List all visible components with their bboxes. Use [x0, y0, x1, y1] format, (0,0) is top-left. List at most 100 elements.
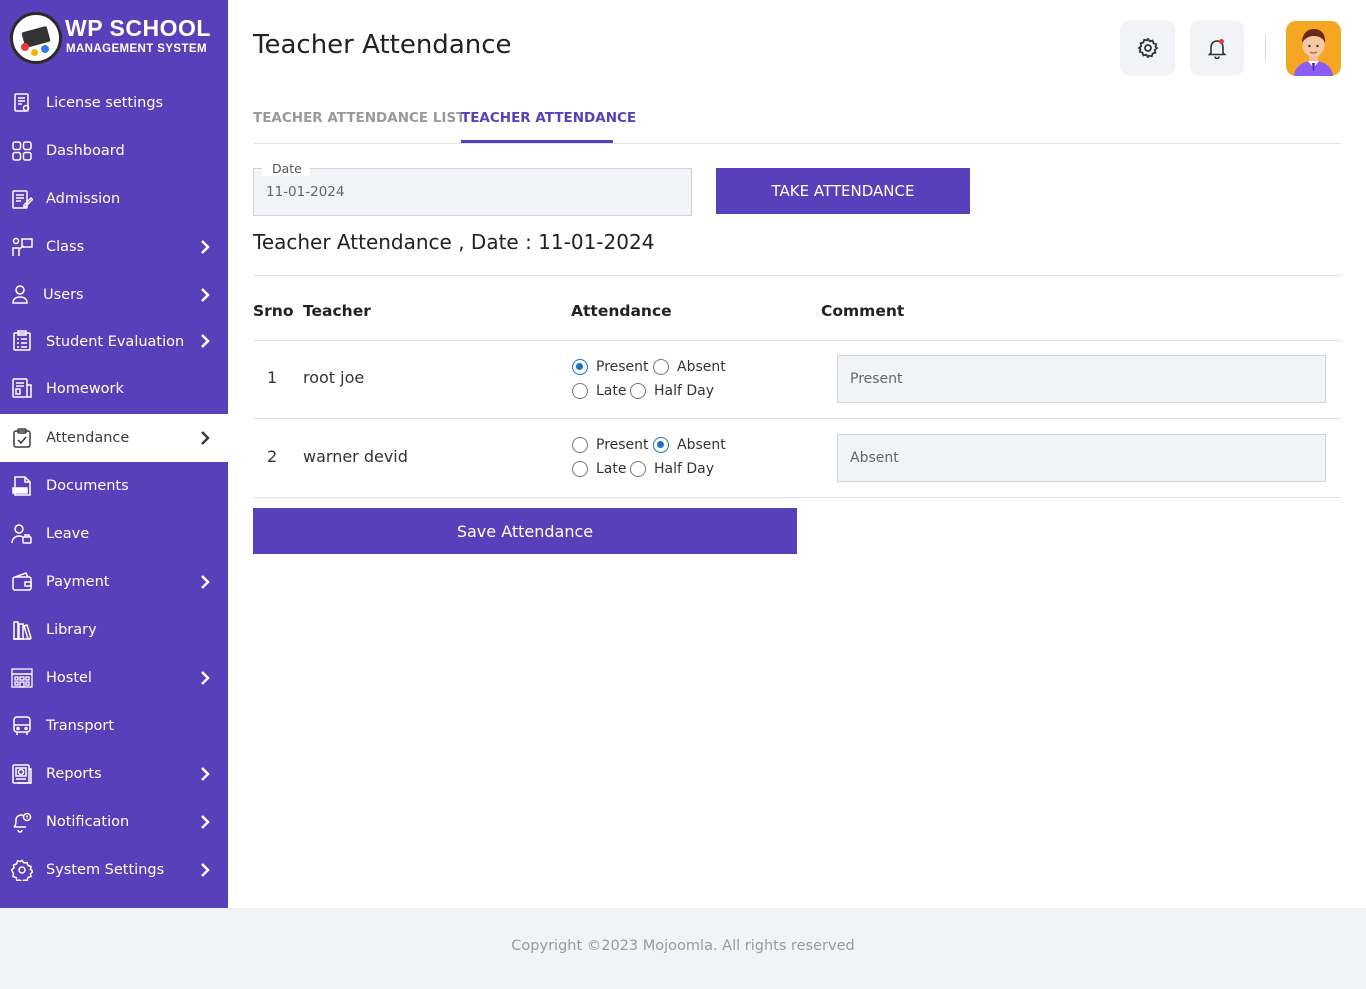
sidebar-item-leave[interactable]: Leave	[0, 510, 228, 558]
radio-label: Half Day	[654, 461, 715, 477]
header-divider	[1265, 34, 1266, 60]
date-input[interactable]	[266, 182, 666, 202]
table-row-divider	[253, 340, 1341, 341]
column-header-comment: Comment	[821, 302, 905, 320]
sidebar-item-library[interactable]: Library	[0, 606, 228, 654]
tab-bar: TEACHER ATTENDANCE LIST TEACHER ATTENDAN…	[253, 100, 1341, 144]
sidebar-item-hostel[interactable]: Hostel	[0, 654, 228, 702]
sidebar-item-dashboard[interactable]: Dashboard	[0, 127, 228, 175]
radio-empty-icon	[572, 383, 588, 399]
comment-field[interactable]	[837, 355, 1326, 403]
sidebar: WP SCHOOL MANAGEMENT SYSTEM License sett…	[0, 0, 228, 908]
chevron-right-icon	[200, 333, 210, 349]
column-header-srno: Srno	[253, 302, 294, 320]
tab-teacher-attendance-list[interactable]: TEACHER ATTENDANCE LIST	[253, 110, 465, 126]
sidebar-item-attendance[interactable]: Attendance	[0, 414, 228, 462]
attendance-heading: Teacher Attendance , Date : 11-01-2024	[253, 230, 655, 254]
sidebar-item-documents[interactable]: Documents	[0, 462, 228, 510]
attendance-icon	[11, 427, 33, 449]
radio-absent[interactable]: Absent	[653, 359, 726, 375]
comment-field[interactable]	[837, 434, 1326, 482]
hostel-icon	[11, 667, 33, 689]
class-icon	[11, 236, 33, 258]
sidebar-item-label: Users	[43, 287, 84, 303]
license-icon	[11, 92, 33, 114]
sidebar-item-label: Reports	[46, 766, 102, 782]
column-header-attendance: Attendance	[571, 302, 672, 320]
radio-selected-icon	[653, 437, 669, 453]
notification-icon	[11, 811, 33, 833]
sidebar-item-users[interactable]: Users	[0, 271, 228, 319]
footer: Copyright ©2023 Mojoomla. All rights res…	[0, 908, 1366, 989]
radio-empty-icon	[630, 461, 646, 477]
radio-label: Late	[596, 461, 627, 477]
radio-late[interactable]: Late	[572, 383, 626, 399]
sidebar-item-label: Library	[46, 622, 97, 638]
brand-title: WP SCHOOL	[65, 15, 211, 41]
gear-icon	[1137, 37, 1158, 59]
radio-empty-icon	[572, 461, 588, 477]
sidebar-item-label: Notification	[46, 814, 130, 830]
sidebar-item-homework[interactable]: Homework	[0, 364, 228, 414]
page-title: Teacher Attendance	[253, 30, 512, 60]
sidebar-item-class[interactable]: Class	[0, 223, 228, 271]
tab-teacher-attendance[interactable]: TEACHER ATTENDANCE	[461, 110, 636, 126]
radio-present[interactable]: Present	[572, 359, 649, 375]
date-field[interactable]	[253, 168, 692, 216]
notification-button[interactable]	[1190, 21, 1244, 75]
sidebar-item-reports[interactable]: Reports	[0, 750, 228, 798]
sidebar-item-system-settings[interactable]: System Settings	[0, 846, 228, 894]
sidebar-item-label: System Settings	[46, 862, 165, 878]
table-row-divider	[253, 497, 1341, 498]
sidebar-item-label: Hostel	[46, 670, 92, 686]
settings-icon	[11, 859, 33, 881]
sidebar-item-payment[interactable]: Payment	[0, 558, 228, 606]
sidebar-item-label: Leave	[46, 526, 90, 542]
brand-logo[interactable]: WP SCHOOL MANAGEMENT SYSTEM	[10, 12, 220, 64]
radio-half-day[interactable]: Half Day	[630, 461, 714, 477]
chevron-right-icon	[200, 430, 210, 446]
save-attendance-button[interactable]: Save Attendance	[253, 508, 797, 554]
reports-icon	[11, 763, 33, 785]
admission-icon	[11, 188, 33, 210]
radio-label: Absent	[677, 437, 726, 453]
sidebar-item-label: Transport	[46, 718, 115, 734]
radio-empty-icon	[630, 383, 646, 399]
transport-icon	[11, 715, 33, 737]
settings-button[interactable]	[1120, 21, 1175, 75]
sidebar-item-license-settings[interactable]: License settings	[0, 79, 228, 127]
dashboard-icon	[11, 140, 33, 162]
chevron-right-icon	[200, 287, 210, 303]
documents-icon	[11, 475, 33, 497]
comment-input[interactable]	[850, 369, 1310, 389]
radio-absent[interactable]: Absent	[653, 437, 726, 453]
radio-present[interactable]: Present	[572, 437, 649, 453]
sidebar-item-notification[interactable]: Notification	[0, 798, 228, 846]
chevron-right-icon	[200, 670, 210, 686]
take-attendance-button[interactable]: TAKE ATTENDANCE	[716, 168, 970, 214]
chevron-right-icon	[200, 239, 210, 255]
sidebar-item-admission[interactable]: Admission	[0, 175, 228, 223]
radio-selected-icon	[572, 359, 588, 375]
evaluation-icon	[11, 330, 33, 352]
sidebar-item-label: Documents	[46, 478, 129, 494]
date-label: Date	[262, 161, 310, 176]
sidebar-item-transport[interactable]: Transport	[0, 702, 228, 750]
section-divider	[253, 275, 1341, 276]
row-srno: 1	[267, 368, 278, 387]
bell-icon	[1207, 39, 1227, 59]
radio-half-day[interactable]: Half Day	[630, 383, 714, 399]
users-icon	[11, 284, 33, 306]
radio-label: Half Day	[654, 383, 715, 399]
sidebar-item-student-evaluation[interactable]: Student Evaluation	[0, 319, 228, 364]
user-avatar[interactable]	[1286, 21, 1341, 76]
library-icon	[11, 619, 33, 641]
chevron-right-icon	[200, 814, 210, 830]
row-teacher-name: warner devid	[303, 447, 408, 466]
radio-late[interactable]: Late	[572, 461, 626, 477]
radio-label: Present	[596, 359, 649, 375]
sidebar-item-label: Admission	[46, 191, 121, 207]
comment-input[interactable]	[850, 448, 1310, 468]
radio-label: Present	[596, 437, 649, 453]
payment-icon	[11, 571, 33, 593]
